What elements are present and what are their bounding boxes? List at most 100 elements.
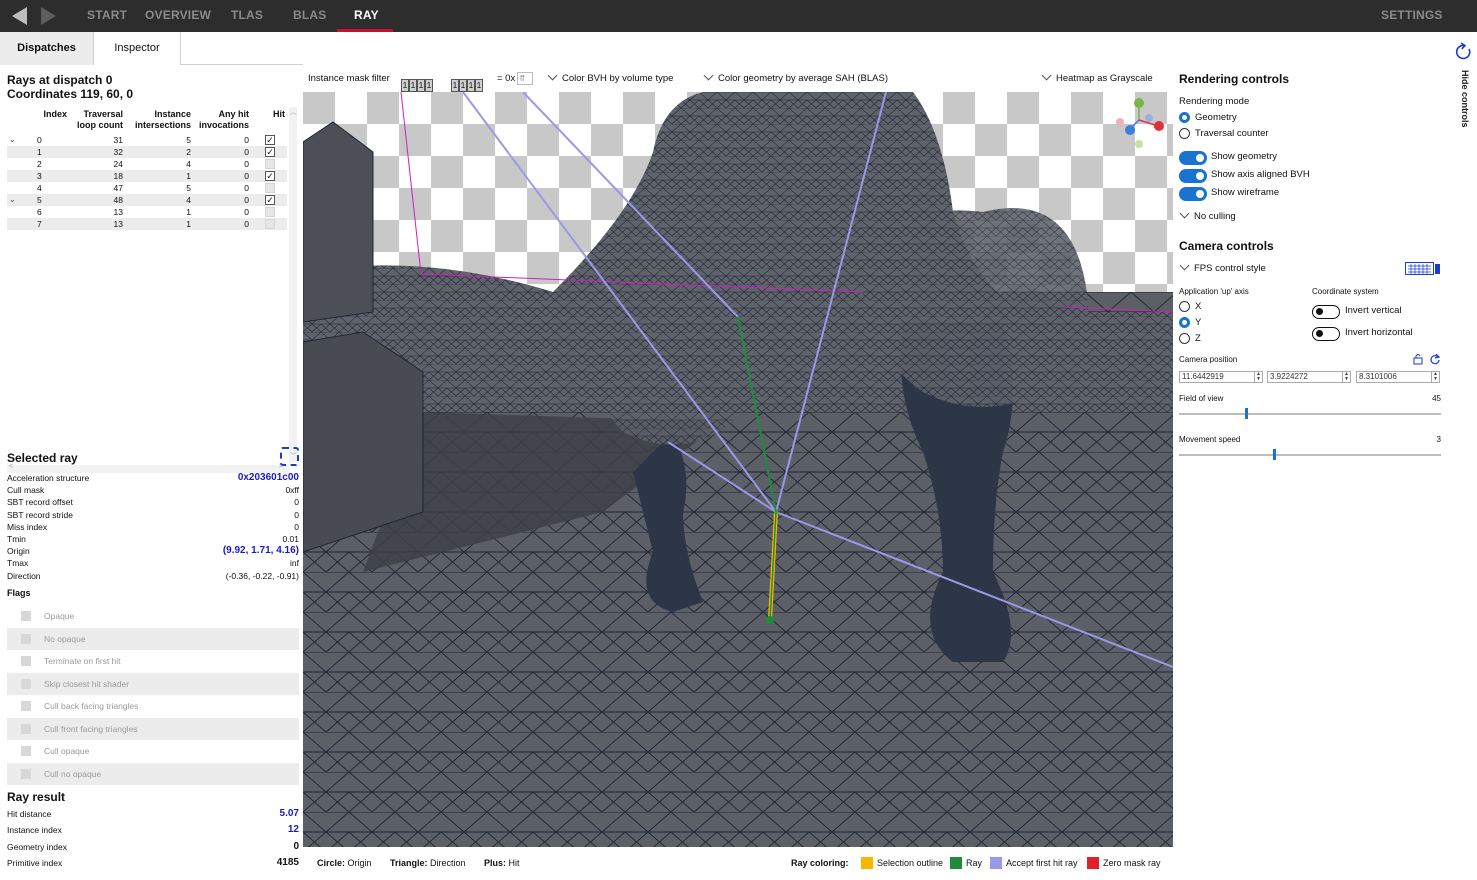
hit-checkbox-checked[interactable]: ✓: [265, 135, 275, 145]
mask-bit[interactable]: 1: [467, 79, 475, 92]
flag-checkbox: [21, 768, 31, 779]
tab-settings[interactable]: SETTINGS: [1381, 0, 1443, 32]
row-expander-icon: ⌄: [9, 135, 16, 144]
mask-bits-low[interactable]: 1111: [451, 72, 483, 92]
toggle-show-bvh[interactable]: [1179, 169, 1207, 183]
ray-result-field-key: Primitive index: [7, 857, 63, 868]
forward-arrow-icon[interactable]: [41, 7, 56, 25]
invert-vertical-label: Invert vertical: [1345, 305, 1402, 316]
selected-ray-field-row: Cull mask 0xff: [7, 484, 299, 496]
reset-icon[interactable]: [1429, 353, 1441, 365]
tab-tlas[interactable]: TLAS: [231, 0, 263, 32]
table-row[interactable]: ⌄ 5 48 4 0 ✓: [7, 194, 287, 206]
hit-checkbox-empty[interactable]: [265, 219, 275, 229]
hit-checkbox-checked[interactable]: ✓: [265, 195, 275, 205]
mask-bit[interactable]: 1: [409, 79, 417, 92]
hide-controls-button[interactable]: Hide controls: [1458, 70, 1470, 132]
radio-traversal-counter[interactable]: [1179, 128, 1190, 139]
keyboard-icon[interactable]: [1405, 262, 1441, 276]
cell-traversal-count: 31: [113, 135, 123, 145]
table-row[interactable]: 1 32 2 0 ✓: [7, 146, 287, 158]
selected-ray-field-value[interactable]: 0x203601c00: [238, 472, 299, 484]
toggle-show-wireframe[interactable]: [1179, 187, 1207, 201]
ray-result-field-value[interactable]: 5.07: [280, 808, 299, 820]
table-row[interactable]: 2 24 4 0: [7, 158, 287, 170]
mask-bit[interactable]: 1: [425, 79, 433, 92]
selected-ray-field-value: (-0.36, -0.22, -0.91): [225, 570, 299, 581]
focus-frame-icon[interactable]: [280, 447, 299, 466]
hit-checkbox-empty[interactable]: [265, 207, 275, 217]
viewport-legend: Circle: Origin Triangle: Direction Plus:…: [303, 850, 1173, 876]
mask-hex-input[interactable]: ff: [517, 72, 533, 85]
table-header: Index Traversal loop count Instance inters…: [7, 107, 287, 133]
selected-ray-field-value: 0: [294, 497, 299, 508]
mask-bit[interactable]: 1: [459, 79, 467, 92]
col-hit[interactable]: Hit: [265, 109, 285, 120]
camera-position-y[interactable]: 3.9224272 ▲ ▼: [1267, 371, 1351, 383]
legend-swatch: [950, 857, 962, 869]
table-row[interactable]: 7 13 1 0: [7, 218, 287, 230]
cell-any-hit: 0: [244, 135, 249, 145]
subtab-dispatches[interactable]: Dispatches: [0, 32, 94, 65]
table-row[interactable]: ⌄ 0 31 5 0 ✓: [7, 134, 287, 146]
col-index[interactable]: Index: [33, 109, 67, 120]
cell-instance-intersections: 4: [186, 195, 191, 205]
flag-label: No opaque: [44, 633, 86, 644]
chevron-down-icon: [1179, 260, 1190, 271]
toggle-show-geometry[interactable]: [1179, 151, 1207, 165]
color-geometry-dropdown[interactable]: Color geometry by average SAH (BLAS): [703, 65, 888, 92]
flag-item: Opaque: [7, 605, 299, 627]
col-traversal[interactable]: Traversal loop count: [71, 109, 123, 131]
vertical-scrollbar[interactable]: ︿ ﹀: [289, 107, 297, 463]
table-row[interactable]: 6 13 1 0: [7, 206, 287, 218]
fov-slider-thumb[interactable]: [1244, 408, 1248, 419]
hit-plus-icon: +: [772, 508, 780, 519]
speed-slider-thumb[interactable]: [1273, 449, 1277, 460]
cell-any-hit: 0: [244, 183, 249, 193]
ray-result-field-value[interactable]: 12: [288, 824, 299, 836]
table-row[interactable]: 4 47 5 0: [7, 182, 287, 194]
mask-bits-high[interactable]: 1111: [401, 72, 433, 92]
flag-item: Cull no opaque: [7, 762, 299, 785]
fov-slider-track[interactable]: [1179, 413, 1441, 415]
hit-checkbox-empty[interactable]: [265, 183, 275, 193]
hit-checkbox-checked[interactable]: ✓: [265, 147, 275, 157]
mask-bit[interactable]: 1: [401, 79, 409, 92]
control-style-dropdown[interactable]: FPS control style: [1179, 260, 1266, 275]
tab-ray[interactable]: RAY: [354, 0, 379, 32]
ray-result-title: Ray result: [7, 790, 66, 804]
selected-ray-field-value[interactable]: (9.92, 1.71, 4.16): [223, 545, 299, 557]
scene-viewport[interactable]: + +: [303, 92, 1173, 847]
rays-header: Rays at dispatch 0 Coordinates 119, 60, …: [7, 73, 133, 101]
back-arrow-icon[interactable]: [12, 7, 27, 25]
culling-dropdown[interactable]: No culling: [1179, 208, 1236, 223]
hit-checkbox-checked[interactable]: ✓: [265, 171, 275, 181]
col-instance-intersections[interactable]: Instance intersections: [127, 109, 191, 131]
subtab-inspector[interactable]: Inspector: [94, 32, 181, 65]
toggle-invert-horizontal[interactable]: [1312, 327, 1340, 341]
camera-position-z[interactable]: 8.3101006 ▲ ▼: [1356, 371, 1440, 383]
cell-instance-intersections: 4: [186, 159, 191, 169]
toggle-invert-vertical[interactable]: [1312, 305, 1340, 319]
table-row[interactable]: 3 18 1 0 ✓: [7, 170, 287, 182]
tab-start[interactable]: START: [87, 0, 127, 32]
tab-overview[interactable]: OVERVIEW: [145, 0, 211, 32]
mask-bit[interactable]: 1: [451, 79, 459, 92]
selected-ray-field-key: Tmin: [7, 534, 26, 544]
color-bvh-dropdown[interactable]: Color BVH by volume type: [547, 65, 673, 92]
hit-checkbox-empty[interactable]: [265, 159, 275, 169]
cell-index: 0: [37, 135, 42, 145]
heatmap-dropdown[interactable]: Heatmap as Grayscale: [1041, 65, 1153, 92]
col-any-hit[interactable]: Any hit invocations: [193, 109, 249, 131]
tab-blas[interactable]: BLAS: [293, 0, 326, 32]
radio-axis-z[interactable]: [1179, 333, 1190, 344]
speed-slider-track[interactable]: [1179, 454, 1441, 456]
radio-axis-x[interactable]: [1179, 301, 1190, 312]
mask-bit[interactable]: 1: [417, 79, 425, 92]
lock-icon[interactable]: [1413, 353, 1423, 365]
radio-geometry[interactable]: [1179, 112, 1190, 123]
camera-position-x[interactable]: 11.6442919 ▲ ▼: [1179, 371, 1263, 383]
mask-bit[interactable]: 1: [475, 79, 483, 92]
refresh-icon[interactable]: [1455, 42, 1473, 62]
radio-axis-y[interactable]: [1179, 317, 1190, 328]
